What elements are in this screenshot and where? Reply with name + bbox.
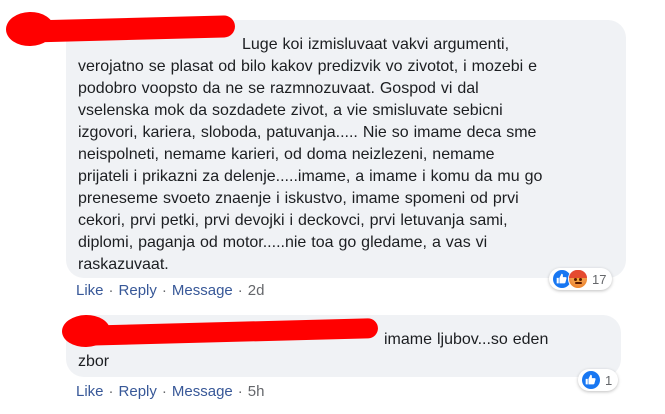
timestamp[interactable]: 5h (248, 383, 265, 400)
like-icon (581, 370, 601, 390)
separator: · (161, 282, 167, 299)
reply-link[interactable]: Reply (119, 383, 157, 400)
separator: · (237, 383, 243, 400)
reaction-count-2: 1 (605, 372, 613, 388)
comment-actions-1: Like · Reply · Message · 2d (76, 282, 264, 299)
like-link[interactable]: Like (76, 282, 104, 299)
separator: · (108, 383, 114, 400)
separator: · (237, 282, 243, 299)
reaction-summary-1[interactable]: 17 (549, 268, 613, 290)
reply-link[interactable]: Reply (119, 282, 157, 299)
comment-actions-2: Like · Reply · Message · 5h (76, 383, 264, 400)
angry-icon (568, 269, 588, 289)
reaction-summary-2[interactable]: 1 (578, 369, 619, 391)
separator: · (108, 282, 114, 299)
separator: · (161, 383, 167, 400)
timestamp[interactable]: 2d (248, 282, 265, 299)
like-link[interactable]: Like (76, 383, 104, 400)
message-link[interactable]: Message (172, 383, 233, 400)
reaction-count-1: 17 (592, 271, 607, 287)
comment-text-1: Luge koi izmisluvaat vakvi argumenti, ve… (78, 36, 543, 273)
message-link[interactable]: Message (172, 282, 233, 299)
